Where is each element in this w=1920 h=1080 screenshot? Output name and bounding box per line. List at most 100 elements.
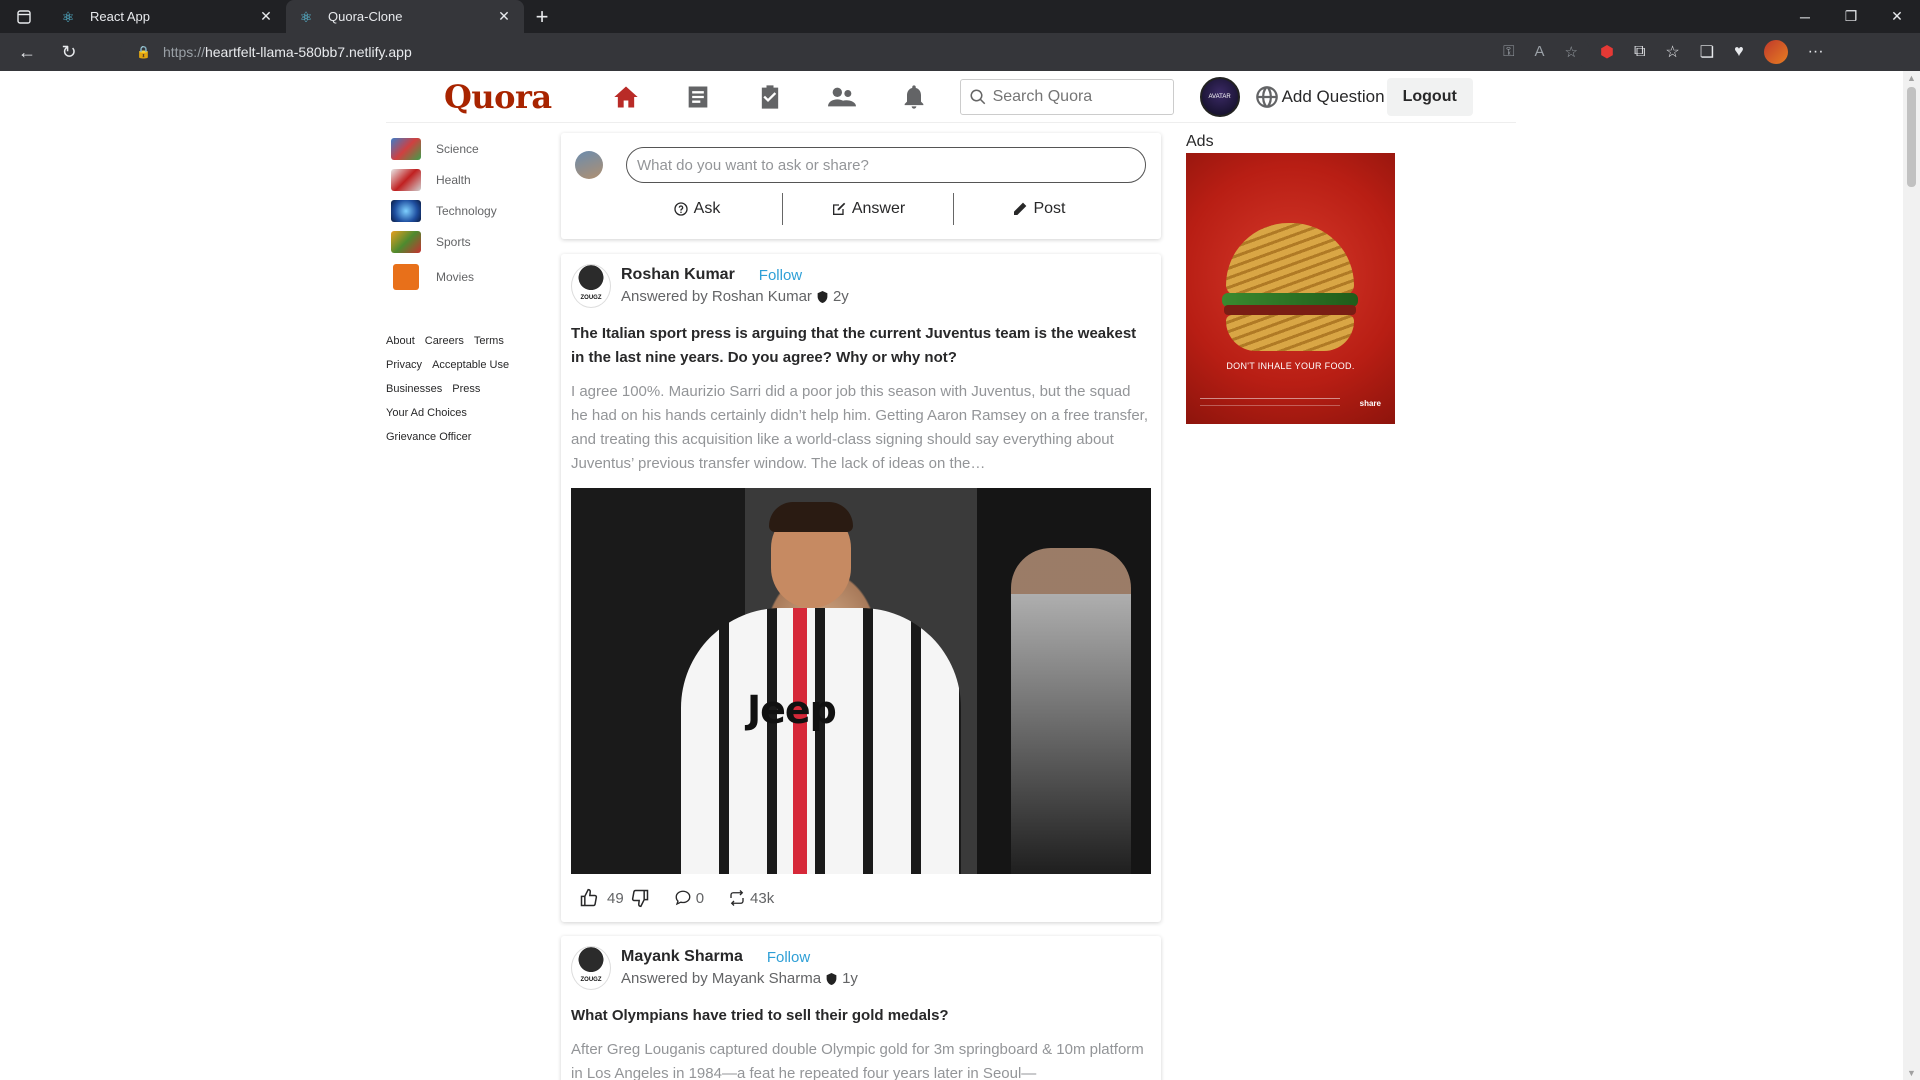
post-age: 2y [832, 288, 849, 305]
collections-icon[interactable]: ❏ [1700, 42, 1714, 62]
add-question-button[interactable]: Add Question [1254, 84, 1385, 110]
answered-by: Answered by Roshan Kumar [621, 288, 812, 305]
password-key-icon[interactable]: ⚿ [1503, 43, 1514, 61]
ads-heading: Ads [1186, 133, 1214, 150]
image-jersey-stripe [793, 608, 807, 874]
page-scrollbar[interactable]: ▲ ▼ [1903, 71, 1920, 1080]
more-options-icon[interactable]: ··· [1808, 43, 1824, 61]
extension-adblock-icon[interactable]: ⬢ [1600, 42, 1614, 62]
author-name[interactable]: Mayank Sharma [621, 948, 743, 966]
link-grievance-officer[interactable]: Grievance Officer [386, 431, 471, 443]
upvote-thumb-icon[interactable] [579, 888, 599, 908]
question-title[interactable]: The Italian sport press is arguing that … [571, 322, 1151, 370]
footer-links: About Careers Terms Privacy Acceptable U… [386, 335, 546, 443]
comment-bubble-icon[interactable] [674, 889, 692, 907]
link-about[interactable]: About [386, 335, 415, 347]
globe-icon [1255, 85, 1278, 108]
sports-thumbnail [391, 230, 421, 253]
answered-by: Answered by Mayank Sharma [621, 970, 822, 987]
ad-fine-print [1200, 398, 1340, 406]
react-icon: ⚛ [61, 8, 75, 25]
home-icon[interactable] [590, 83, 662, 111]
profile-avatar[interactable] [1763, 40, 1788, 64]
question-title[interactable]: What Olympians have tried to sell their … [571, 1004, 1151, 1028]
extensions-icon[interactable]: ⧉ [1634, 43, 1645, 61]
link-businesses[interactable]: Businesses [386, 383, 442, 395]
tab-actions-button[interactable] [0, 0, 48, 33]
link-careers[interactable]: Careers [425, 335, 464, 347]
sidebar-item-label: Movies [436, 270, 475, 284]
downvote-thumb-icon[interactable] [630, 888, 650, 908]
post-image[interactable]: Jeep [571, 488, 1151, 874]
back-button[interactable]: ← [6, 33, 48, 71]
close-window-icon[interactable]: ✕ [1874, 0, 1920, 33]
author-avatar[interactable]: ZOUGZ [571, 946, 611, 990]
user-avatar[interactable]: AVATAR [1199, 76, 1240, 117]
verified-shield-icon [817, 290, 828, 303]
close-tab-icon[interactable]: ✕ [258, 8, 274, 25]
verified-shield-icon [826, 972, 837, 985]
link-ad-choices[interactable]: Your Ad Choices [386, 407, 467, 419]
ad-tagline: DON'T INHALE YOUR FOOD. [1226, 361, 1355, 371]
post-age: 1y [842, 970, 858, 987]
post-card: ZOUGZ Roshan Kumar Follow Answered by Ro… [561, 254, 1161, 922]
url-host: heartfelt-llama-580bb7.netlify.app [204, 44, 412, 60]
sidebar-item-health[interactable]: Health [386, 164, 546, 195]
reload-button[interactable]: ↻ [48, 33, 90, 71]
add-question-label: Add Question [1281, 86, 1385, 106]
scroll-up-arrow-icon[interactable]: ▲ [1903, 73, 1920, 83]
browser-tab-quora-clone[interactable]: ⚛ Quora-Clone ✕ [286, 0, 524, 33]
sidebar-item-label: Science [436, 141, 479, 156]
ad-banner[interactable]: DON'T INHALE YOUR FOOD. share [1186, 153, 1395, 424]
author-name[interactable]: Roshan Kumar [621, 266, 735, 284]
minimize-icon[interactable]: ─ [1782, 0, 1828, 33]
share-repost-icon[interactable] [728, 889, 746, 907]
answer-excerpt[interactable]: After Greg Louganis captured double Olym… [571, 1038, 1151, 1080]
link-privacy[interactable]: Privacy [386, 359, 422, 371]
logout-button[interactable]: Logout [1386, 77, 1473, 116]
add-favorite-icon[interactable]: ☆ [1565, 43, 1578, 61]
ask-button[interactable]: Ask [611, 193, 782, 225]
science-thumbnail [391, 137, 421, 160]
search-input[interactable] [992, 87, 1163, 106]
link-press[interactable]: Press [452, 383, 480, 395]
sidebar-item-movies[interactable]: Movies [386, 257, 546, 297]
answer-excerpt[interactable]: I agree 100%. Maurizio Sarri did a poor … [571, 380, 1151, 476]
close-tab-icon[interactable]: ✕ [496, 8, 512, 25]
post-button[interactable]: Post [953, 193, 1124, 225]
tasks-icon[interactable] [734, 83, 806, 111]
restore-icon[interactable]: ❐ [1828, 0, 1874, 33]
author-avatar[interactable]: ZOUGZ [571, 264, 611, 308]
sidebar-item-sports[interactable]: Sports [386, 226, 546, 257]
answer-button[interactable]: Answer [782, 193, 953, 225]
image-background-figure [1011, 548, 1131, 874]
new-tab-button[interactable]: + [524, 0, 560, 33]
search-box[interactable] [959, 78, 1174, 115]
sidebar-item-label: Sports [436, 234, 471, 249]
address-bar[interactable]: 🔒 https:// heartfelt-llama-580bb7.netlif… [120, 37, 1590, 67]
scroll-down-arrow-icon[interactable]: ▼ [1903, 1068, 1920, 1078]
ask-box: What do you want to ask or share? Ask An… [561, 133, 1161, 239]
post-card: ZOUGZ Mayank Sharma Follow Answered by M… [561, 936, 1161, 1080]
answers-list-icon[interactable] [662, 83, 734, 111]
pencil-icon [1014, 202, 1027, 215]
link-acceptable-use[interactable]: Acceptable Use [432, 359, 509, 371]
sidebar-item-technology[interactable]: Technology [386, 195, 546, 226]
follow-button[interactable]: Follow [759, 267, 802, 284]
ads-panel: Ads DON'T INHALE YOUR FOOD. share [1186, 133, 1395, 424]
browser-essentials-icon[interactable]: ♥ [1734, 43, 1744, 61]
favorites-icon[interactable]: ☆ [1665, 42, 1679, 62]
ask-input[interactable]: What do you want to ask or share? [626, 147, 1146, 183]
quora-logo[interactable]: Quora [444, 78, 552, 116]
scrollbar-thumb[interactable] [1907, 87, 1916, 187]
browser-tab-react-app[interactable]: ⚛ React App ✕ [48, 0, 286, 33]
post-actions: 49 0 43k [571, 874, 1151, 922]
read-aloud-icon[interactable]: A [1535, 43, 1545, 61]
sidebar-item-science[interactable]: Science [386, 133, 546, 164]
spaces-people-icon[interactable] [806, 83, 878, 111]
ad-burger-bun-bottom [1226, 315, 1354, 351]
image-jersey [681, 608, 961, 874]
follow-button[interactable]: Follow [767, 949, 810, 966]
notifications-bell-icon[interactable] [878, 83, 950, 111]
link-terms[interactable]: Terms [474, 335, 504, 347]
